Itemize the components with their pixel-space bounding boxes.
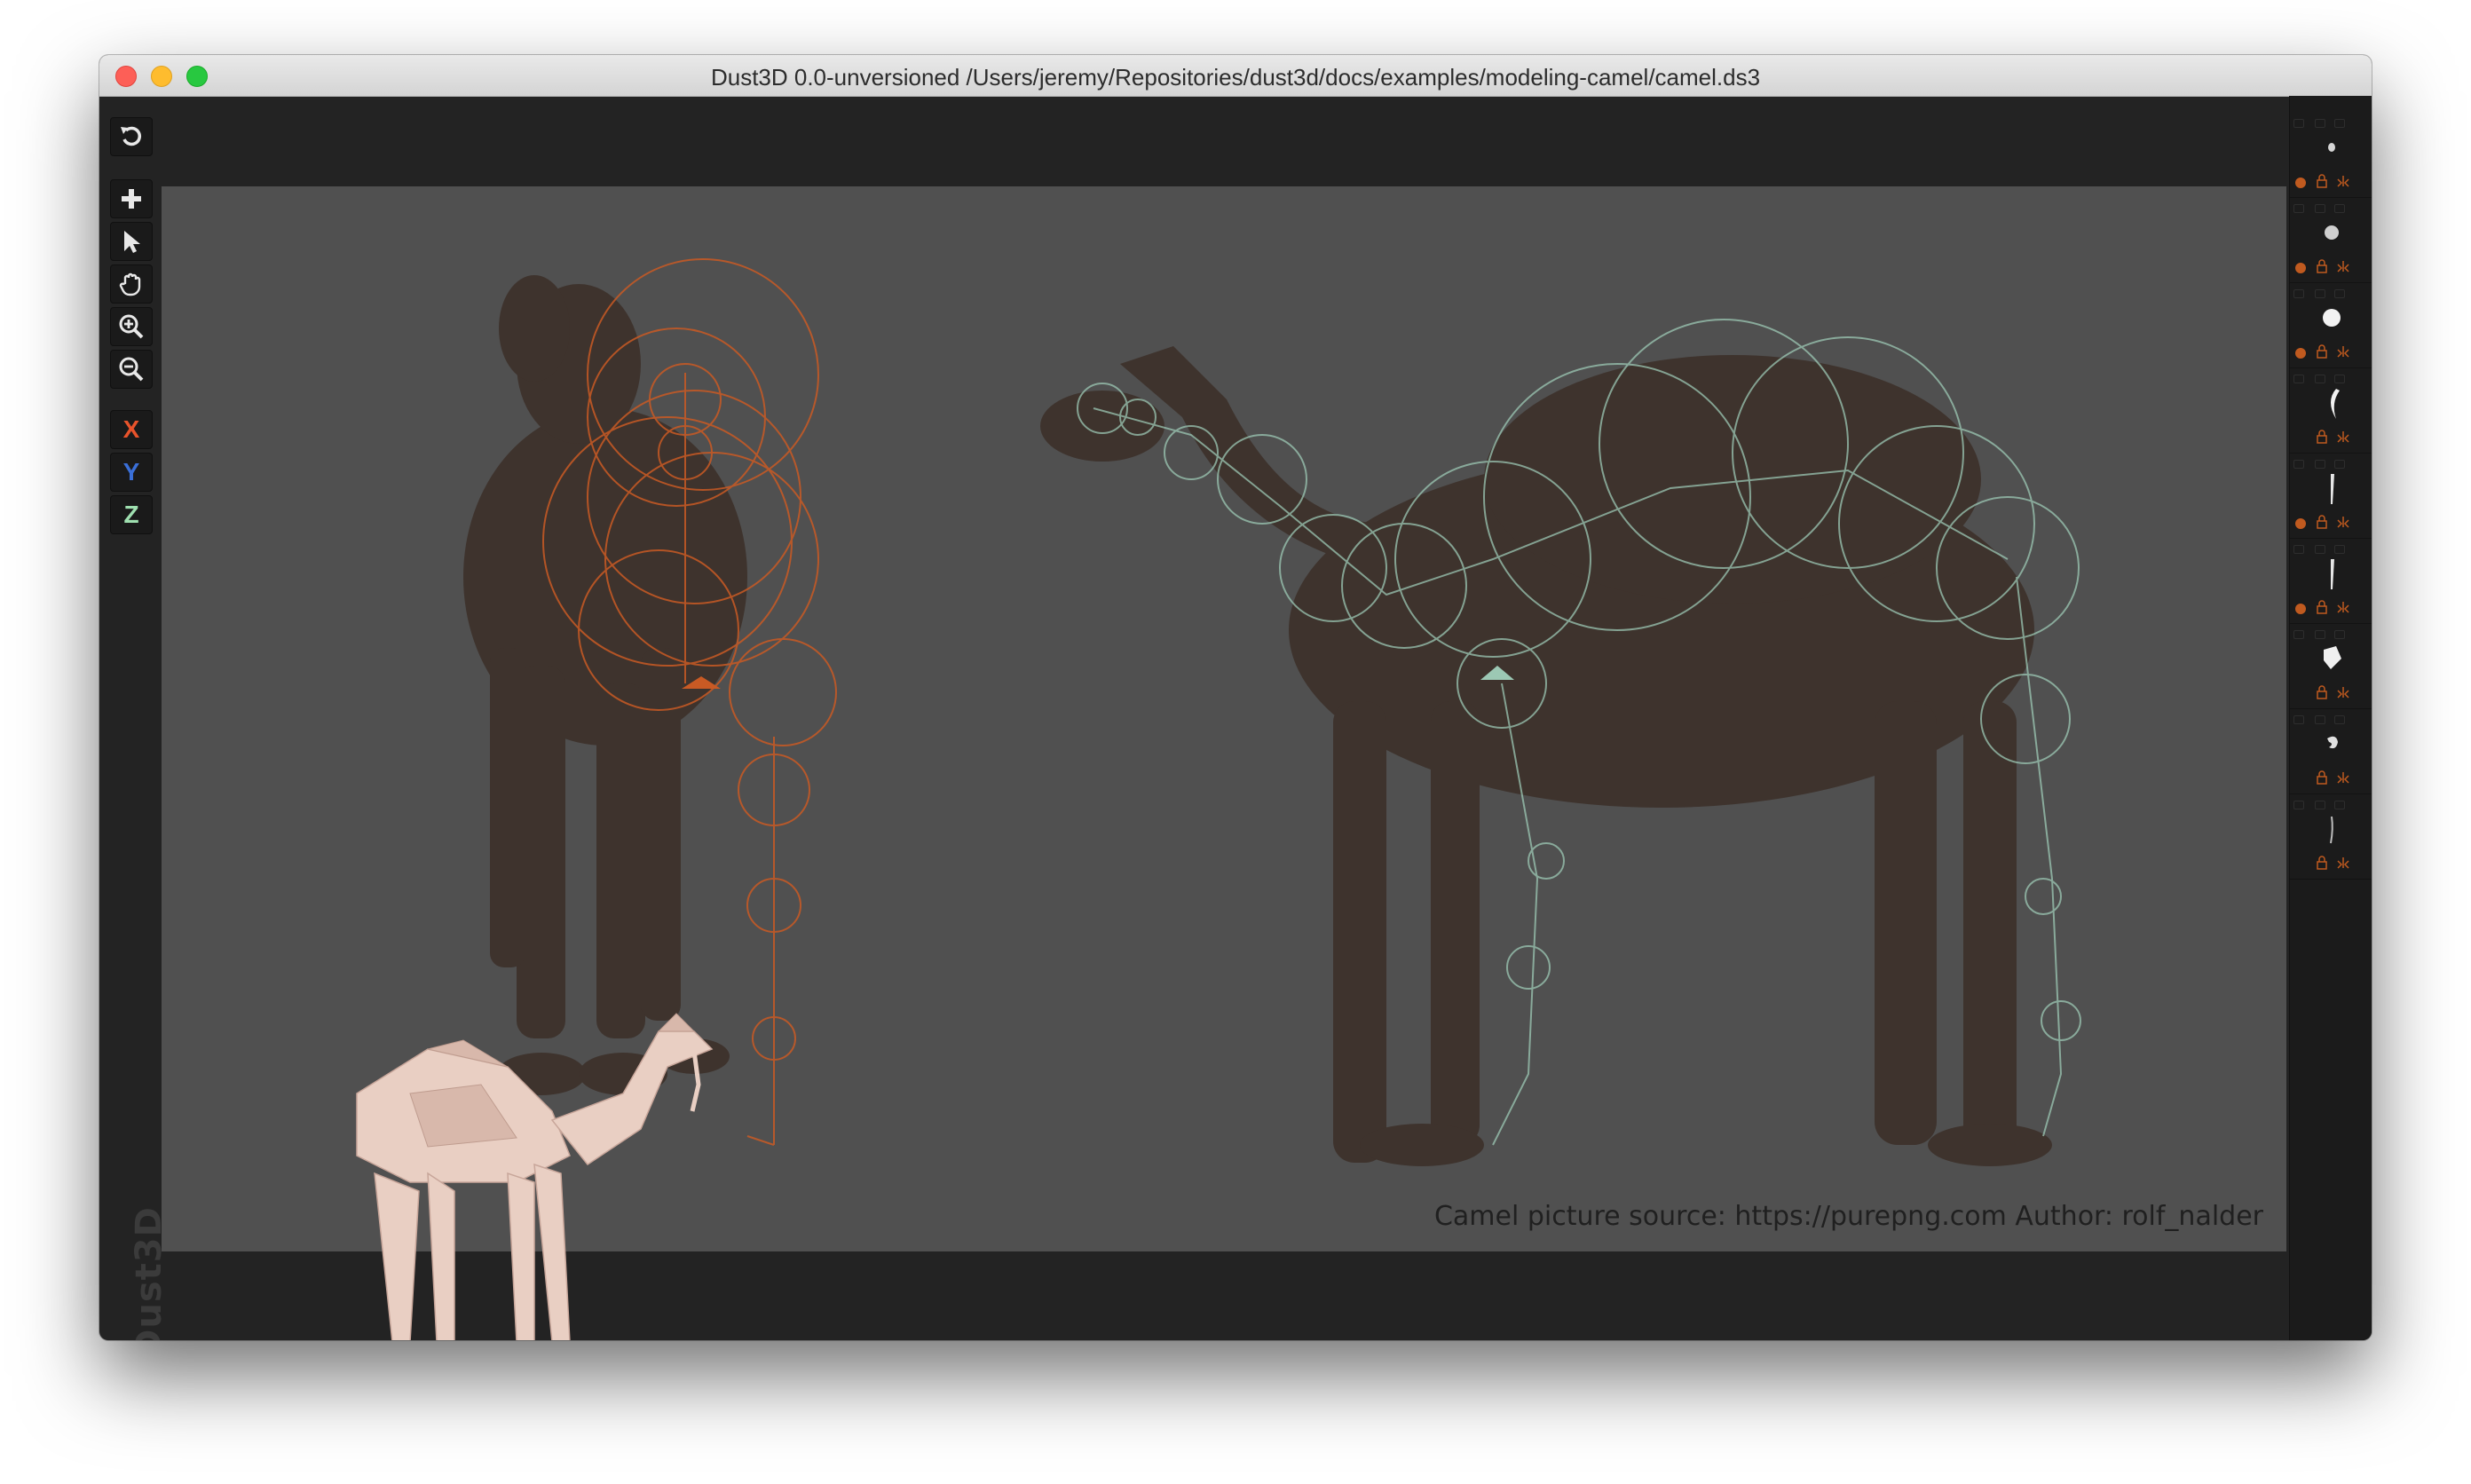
part-visible-dot[interactable] <box>2295 518 2306 529</box>
part-thumb-ear <box>2318 724 2345 763</box>
part-option-icon[interactable] <box>2315 630 2325 639</box>
part-option-icon[interactable] <box>2334 119 2345 128</box>
part-option-icon[interactable] <box>2334 460 2345 469</box>
part-option-icon[interactable] <box>2293 460 2304 469</box>
part-option-icon[interactable] <box>2315 545 2325 554</box>
part-option-icon[interactable] <box>2293 119 2304 128</box>
part-mirror-icon[interactable] <box>2336 770 2350 785</box>
part-option-icon[interactable] <box>2334 375 2345 383</box>
z-axis-button[interactable]: Z <box>110 495 153 534</box>
part-visible-dot[interactable] <box>2295 604 2306 614</box>
part-mirror-icon[interactable] <box>2336 856 2350 870</box>
part-option-icon[interactable] <box>2334 715 2345 724</box>
part-mirror-icon[interactable] <box>2336 174 2350 188</box>
model-preview[interactable] <box>250 996 836 1340</box>
app-window: Dust3D 0.0-unversioned /Users/jeremy/Rep… <box>99 55 2372 1340</box>
part-item[interactable] <box>2290 793 2372 880</box>
part-item[interactable] <box>2290 538 2372 624</box>
part-option-icon[interactable] <box>2334 545 2345 554</box>
part-option-icon[interactable] <box>2293 204 2304 213</box>
part-lock-icon[interactable] <box>2315 856 2329 870</box>
part-option-icon[interactable] <box>2293 801 2304 809</box>
part-lock-icon[interactable] <box>2315 259 2329 273</box>
part-mirror-icon[interactable] <box>2336 600 2350 614</box>
part-option-icon[interactable] <box>2293 375 2304 383</box>
camel-model-render <box>356 1013 714 1340</box>
part-option-icon[interactable] <box>2334 289 2345 298</box>
part-thumb-neck <box>2318 383 2345 422</box>
part-thumb-leg <box>2318 554 2345 593</box>
part-option-icon[interactable] <box>2315 375 2325 383</box>
zoom-out-icon <box>119 357 144 382</box>
title-bar: Dust3D 0.0-unversioned /Users/jeremy/Rep… <box>99 55 2372 97</box>
part-mirror-icon[interactable] <box>2336 430 2350 444</box>
part-option-icon[interactable] <box>2315 460 2325 469</box>
image-credit: Camel picture source: https://purepng.co… <box>1433 1201 2263 1232</box>
part-option-icon[interactable] <box>2293 289 2304 298</box>
part-lock-icon[interactable] <box>2315 344 2329 359</box>
part-mirror-icon[interactable] <box>2336 259 2350 273</box>
part-visible-dot[interactable] <box>2295 178 2306 188</box>
plus-icon <box>122 189 141 209</box>
x-axis-button[interactable]: X <box>110 410 153 449</box>
part-thumb-body <box>2318 639 2345 678</box>
part-visible-dot[interactable] <box>2295 263 2306 273</box>
part-option-icon[interactable] <box>2315 801 2325 809</box>
part-item[interactable] <box>2290 367 2372 454</box>
part-thumb-small-blob <box>2318 128 2345 167</box>
part-option-icon[interactable] <box>2293 630 2304 639</box>
part-thumb-white-sphere <box>2318 298 2345 337</box>
part-lock-icon[interactable] <box>2315 685 2329 699</box>
part-mirror-icon[interactable] <box>2336 685 2350 699</box>
undo-button[interactable] <box>110 117 153 156</box>
drag-hand-button[interactable] <box>110 264 153 304</box>
part-option-icon[interactable] <box>2334 801 2345 809</box>
watermark-text: Dust3D <box>128 1206 170 1340</box>
part-option-icon[interactable] <box>2334 630 2345 639</box>
undo-icon <box>121 126 141 146</box>
part-item[interactable] <box>2290 708 2372 794</box>
part-item[interactable] <box>2290 282 2372 368</box>
zoom-out-button[interactable] <box>110 350 153 389</box>
dust3d-watermark: Dust3D <box>108 1206 179 1340</box>
hand-icon <box>119 272 141 296</box>
side-camel-image <box>1040 346 2052 1166</box>
add-node-button[interactable] <box>110 179 153 218</box>
part-lock-icon[interactable] <box>2315 770 2329 785</box>
y-axis-button[interactable]: Y <box>110 453 153 492</box>
part-option-icon[interactable] <box>2315 204 2325 213</box>
zoom-in-icon <box>119 314 144 339</box>
zoom-in-button[interactable] <box>110 307 153 346</box>
select-button[interactable] <box>110 222 153 261</box>
part-lock-icon[interactable] <box>2315 515 2329 529</box>
parts-panel <box>2289 96 2372 1340</box>
part-item[interactable] <box>2290 623 2372 709</box>
window-title: Dust3D 0.0-unversioned /Users/jeremy/Rep… <box>710 64 1761 91</box>
part-mirror-icon[interactable] <box>2336 344 2350 359</box>
part-lock-icon[interactable] <box>2315 430 2329 444</box>
part-option-icon[interactable] <box>2315 715 2325 724</box>
left-toolbar: X Y Z <box>110 107 153 604</box>
part-lock-icon[interactable] <box>2315 600 2329 614</box>
part-thumb-sphere <box>2318 213 2345 252</box>
pointer-icon <box>124 231 140 253</box>
part-lock-icon[interactable] <box>2315 174 2329 188</box>
part-item[interactable] <box>2290 197 2372 283</box>
part-option-icon[interactable] <box>2293 545 2304 554</box>
part-mirror-icon[interactable] <box>2336 515 2350 529</box>
part-visible-dot[interactable] <box>2295 348 2306 359</box>
part-option-icon[interactable] <box>2315 289 2325 298</box>
part-thumb-leg <box>2318 469 2345 508</box>
part-option-icon[interactable] <box>2334 204 2345 213</box>
part-item[interactable] <box>2290 453 2372 539</box>
part-thumb-tail <box>2318 809 2345 849</box>
part-option-icon[interactable] <box>2293 715 2304 724</box>
part-option-icon[interactable] <box>2315 119 2325 128</box>
part-item[interactable] <box>2290 112 2372 198</box>
